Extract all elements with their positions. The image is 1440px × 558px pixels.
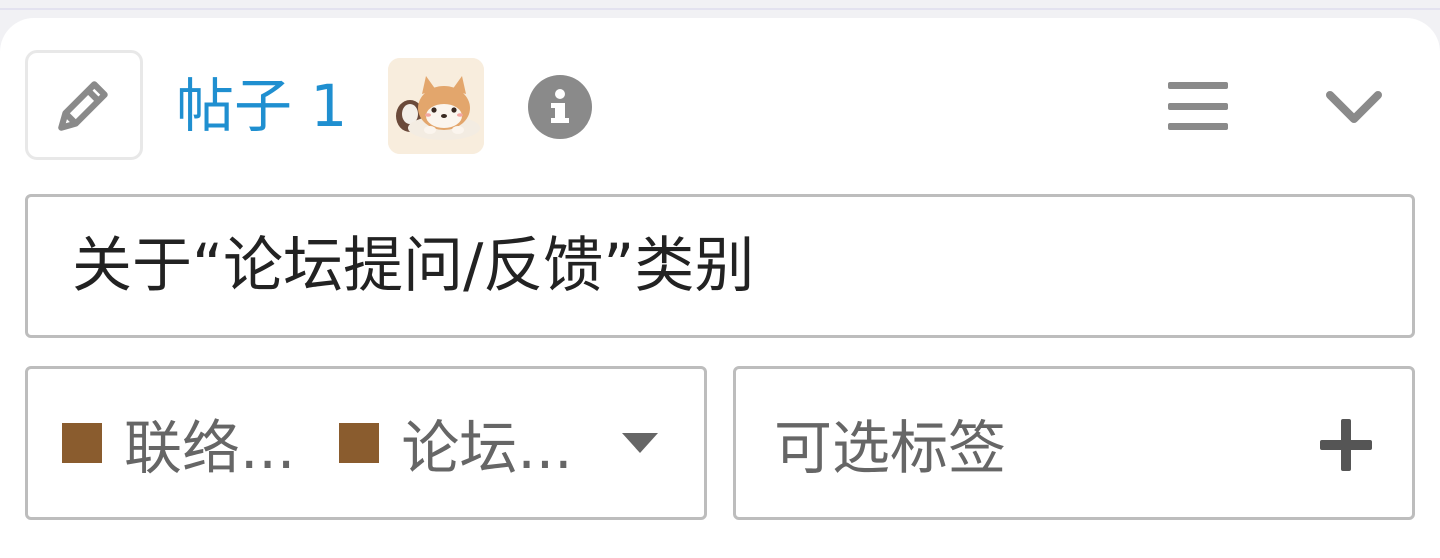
caret-down-icon[interactable] [622, 433, 658, 453]
topic-title-input[interactable]: 关于“论坛提问/反馈”类别 [25, 194, 1415, 338]
tag-placeholder: 可选标签 [774, 414, 1007, 482]
category-color-swatch [339, 423, 380, 463]
plus-icon[interactable] [1318, 417, 1374, 473]
edit-button[interactable] [25, 50, 143, 160]
menu-icon[interactable] [1166, 78, 1230, 134]
category-chip: 论坛... [339, 401, 573, 485]
info-button[interactable] [528, 75, 592, 139]
menu-line [1168, 102, 1228, 110]
composer-panel: 帖子 1 关于“论坛提问/反馈”类别 联络... 论坛... 可选标签 [0, 18, 1440, 558]
post-title: 帖子 1 [176, 72, 348, 140]
avatar[interactable] [388, 58, 484, 154]
top-divider [0, 0, 1440, 10]
menu-line [1168, 123, 1228, 130]
shiba-dog-avatar-icon [388, 58, 484, 154]
category-color-swatch [62, 423, 102, 463]
menu-line [1168, 82, 1228, 89]
collapse-button[interactable] [1320, 82, 1388, 132]
chevron-down-icon [1326, 91, 1382, 123]
category-select[interactable]: 联络... 论坛... [25, 366, 707, 520]
category-chip: 联络... [62, 401, 295, 485]
category-label: 论坛... [401, 414, 573, 482]
info-icon [551, 89, 569, 123]
category-label: 联络... [124, 414, 296, 482]
pencil-icon [58, 81, 108, 131]
tag-input[interactable]: 可选标签 [733, 366, 1415, 520]
